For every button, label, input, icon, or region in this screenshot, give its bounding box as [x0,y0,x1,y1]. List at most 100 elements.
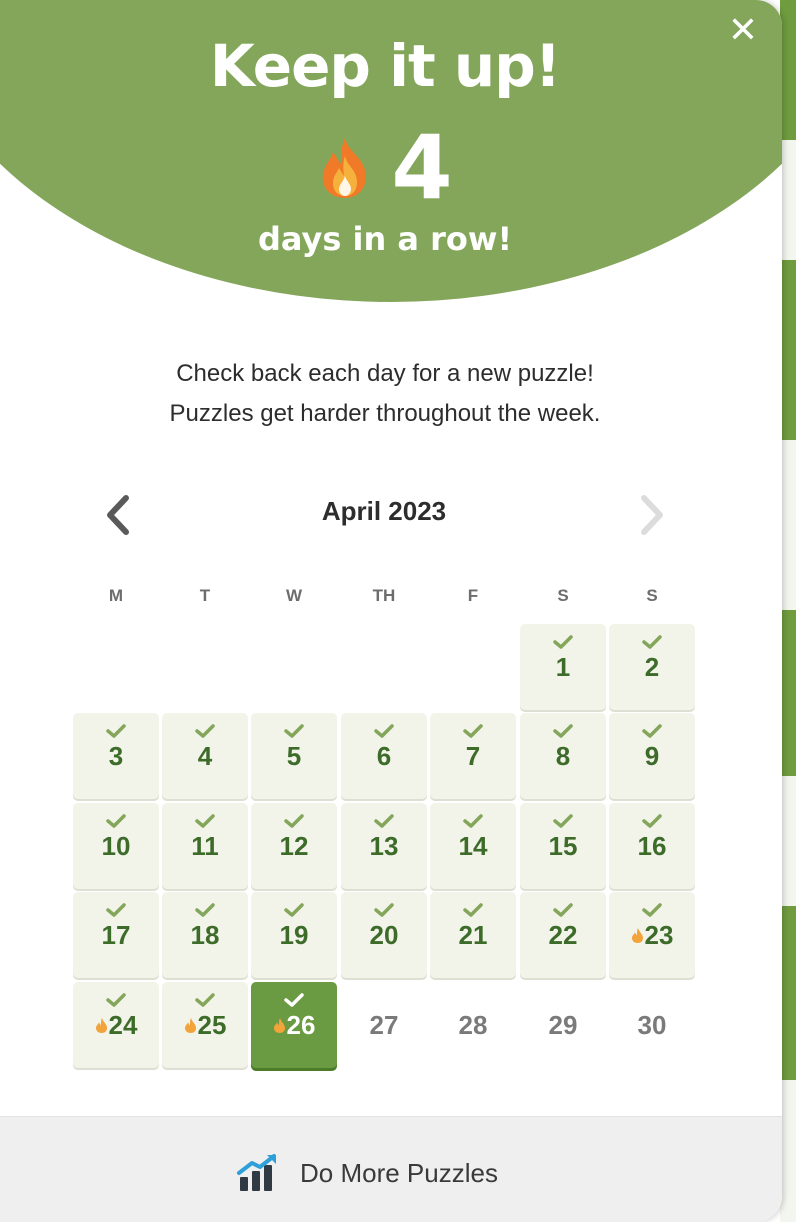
calendar-day-20[interactable]: 20 [341,892,427,978]
calendar-day-5[interactable]: 5 [251,713,337,799]
day-number-text: 9 [644,741,660,771]
check-icon [553,814,573,828]
calendar-day-6[interactable]: 6 [341,713,427,799]
calendar-day-24[interactable]: 24 [73,982,159,1068]
calendar-day-8[interactable]: 8 [520,713,606,799]
day-number-text: 22 [548,920,578,950]
day-number-text: 20 [369,920,399,950]
day-number: 26 [273,1010,315,1040]
calendar-day-19[interactable]: 19 [251,892,337,978]
calendar-day-14[interactable]: 14 [430,803,516,889]
day-number: 7 [466,741,480,771]
day-number: 11 [191,831,219,861]
calendar-day-23[interactable]: 23 [609,892,695,978]
day-number-text: 19 [279,920,309,950]
weekday-label: F [467,586,479,605]
check-icon [642,903,662,917]
weekday-label: T [199,586,211,605]
calendar-day-12[interactable]: 12 [251,803,337,889]
background-page-gap [780,440,796,610]
streak-modal: ✕ Keep it up! 4 days in a row! Check bac… [0,0,782,1222]
fire-icon [323,138,367,198]
calendar-day-29[interactable]: 29 [520,982,606,1068]
check-icon [374,903,394,917]
day-number-text: 23 [644,920,674,950]
day-number-text: 6 [376,741,392,771]
check-icon [195,993,215,1007]
check-icon [463,814,483,828]
calendar-day-9[interactable]: 9 [609,713,695,799]
day-number: 19 [280,920,309,950]
modal-title: Keep it up! [209,32,561,100]
weekday-label: S [557,586,569,605]
day-number: 16 [638,831,667,861]
streak-fire-icon [95,1017,107,1033]
calendar-day-26[interactable]: 26 [251,982,337,1068]
calendar-day-27[interactable]: 27 [341,982,427,1068]
weekday-label: M [108,586,124,605]
calendar-day-30[interactable]: 30 [609,982,695,1068]
day-number: 5 [287,741,301,771]
do-more-puzzles-link[interactable]: Do More Puzzles [236,1151,498,1195]
check-icon [284,724,304,738]
check-icon [195,724,215,738]
day-number-text: 3 [108,741,124,771]
calendar-day-21[interactable]: 21 [430,892,516,978]
day-number: 24 [95,1010,138,1040]
check-icon [553,903,573,917]
calendar-day-11[interactable]: 11 [162,803,248,889]
next-month-button[interactable] [632,490,672,540]
bar-chart-icon [237,1154,276,1191]
calendar-day-17[interactable]: 17 [73,892,159,978]
day-number: 10 [102,831,131,861]
day-number: 28 [459,1010,488,1040]
day-number: 23 [631,920,674,950]
day-number: 18 [191,920,220,950]
day-number-text: 24 [108,1010,138,1040]
day-number-text: 8 [555,741,571,771]
day-number: 12 [280,831,309,861]
calendar-day-1[interactable]: 1 [520,624,606,710]
check-icon [463,724,483,738]
weekday-label: TH [372,586,396,605]
check-icon [195,903,215,917]
streak-fire-icon [273,1017,285,1033]
calendar-day-13[interactable]: 13 [341,803,427,889]
day-number-text: 12 [279,831,309,861]
day-number: 14 [459,831,488,861]
day-number-text: 25 [197,1010,227,1040]
day-number-text: 16 [637,831,667,861]
calendar-day-15[interactable]: 15 [520,803,606,889]
check-icon [106,814,126,828]
streak-fire-icon [184,1017,196,1033]
check-icon [553,635,573,649]
day-number: 30 [638,1010,667,1040]
calendar-day-16[interactable]: 16 [609,803,695,889]
day-number-text: 11 [191,831,219,861]
weekday-label: W [285,586,303,605]
day-number: 15 [549,831,578,861]
calendar-day-10[interactable]: 10 [73,803,159,889]
calendar-day-18[interactable]: 18 [162,892,248,978]
check-icon [642,814,662,828]
chevron-right-icon[interactable] [632,490,672,540]
calendar-day-3[interactable]: 3 [73,713,159,799]
calendar-day-7[interactable]: 7 [430,713,516,799]
calendar-day-4[interactable]: 4 [162,713,248,799]
calendar-day-22[interactable]: 22 [520,892,606,978]
check-icon [642,635,662,649]
day-number-text: 28 [458,1010,488,1040]
check-icon [106,903,126,917]
day-number-text: 27 [369,1010,399,1040]
day-number: 20 [370,920,399,950]
day-number-text: 5 [286,741,302,771]
day-number: 1 [556,652,570,682]
day-number-text: 21 [458,920,488,950]
day-number: 3 [109,741,123,771]
calendar-day-2[interactable]: 2 [609,624,695,710]
calendar-day-25[interactable]: 25 [162,982,248,1068]
streak-label: days in a row! [257,220,513,258]
streak-count: 4 [391,116,453,219]
check-icon [553,724,573,738]
calendar-day-28[interactable]: 28 [430,982,516,1068]
